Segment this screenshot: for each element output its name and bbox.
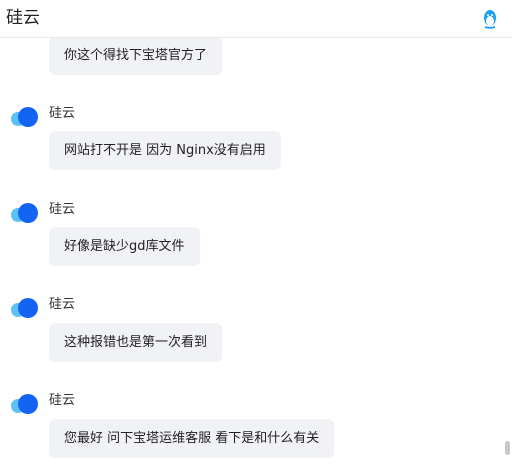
silicon-cloud-avatar-icon	[11, 107, 38, 127]
chat-header: 硅云	[0, 0, 512, 38]
silicon-cloud-avatar-icon	[11, 298, 38, 318]
message-bubble: 您最好 问下宝塔运维客服 看下是和什么有关	[49, 419, 335, 458]
silicon-cloud-avatar-icon	[11, 394, 38, 414]
sender-name: 硅云	[49, 393, 76, 408]
message-scrollbar[interactable]	[503, 38, 512, 473]
sender-name: 硅云	[49, 202, 76, 217]
sender-name: 硅云	[49, 297, 76, 312]
sender-name: 硅云	[49, 106, 76, 121]
scrollbar-thumb[interactable]	[505, 441, 510, 455]
chat-title: 硅云	[6, 8, 40, 28]
message-list[interactable]: 你这个得找下宝塔官方了 硅云 网站打不开是 因为 Nginx没有启用 硅云 好像…	[0, 38, 503, 473]
silicon-cloud-avatar-icon	[11, 203, 38, 223]
message-bubble: 好像是缺少gd库文件	[49, 227, 200, 266]
message-bubble: 你这个得找下宝塔官方了	[49, 38, 223, 75]
message-bubble: 这种报错也是第一次看到	[49, 323, 223, 362]
message-bubble: 网站打不开是 因为 Nginx没有启用	[49, 131, 281, 170]
qq-penguin-icon[interactable]	[482, 9, 498, 29]
